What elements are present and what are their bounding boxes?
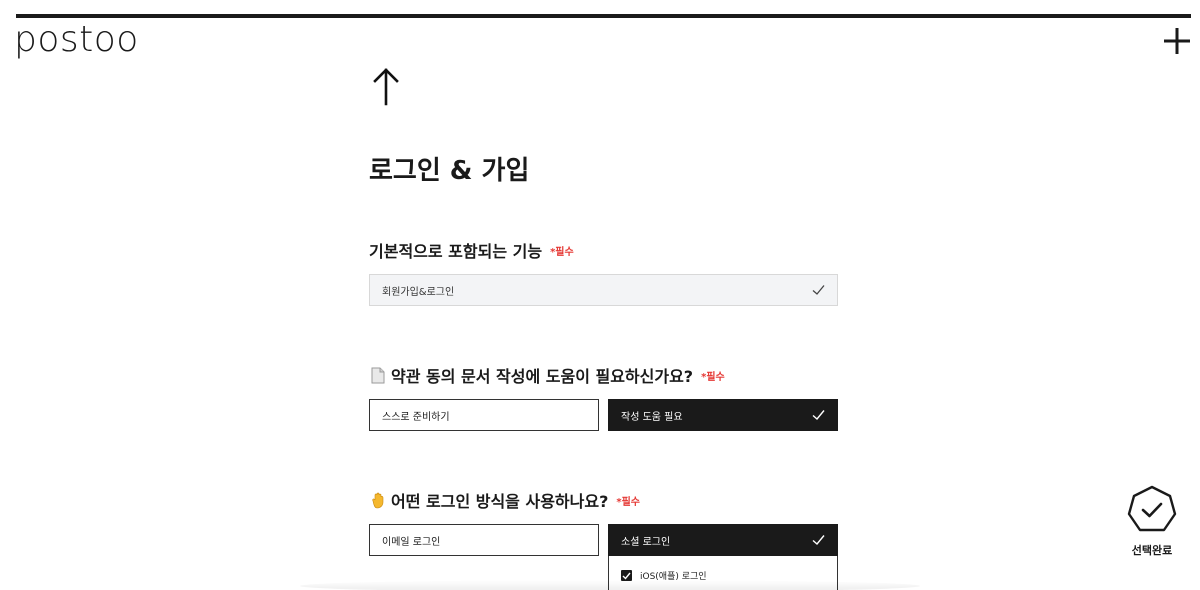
option-email-login[interactable]: 이메일 로그인 (369, 524, 599, 556)
basic-feature-field: 회원가입&로그인 (369, 274, 838, 306)
plus-icon[interactable] (1160, 24, 1194, 58)
logo[interactable]: postoo (14, 18, 139, 62)
check-icon (812, 284, 825, 299)
check-octagon-icon[interactable] (1126, 484, 1178, 536)
arrow-up-icon[interactable] (369, 66, 403, 106)
top-rule (16, 14, 1191, 18)
option-writing-help[interactable]: 작성 도움 필요 (608, 399, 838, 431)
complete-label[interactable]: 선택완료 (1118, 542, 1186, 558)
question-title: 어떤 로그인 방식을 사용하나요? (391, 492, 609, 511)
option-label: 소셜 로그인 (621, 536, 671, 548)
option-self-prepare[interactable]: 스스로 준비하기 (369, 399, 599, 431)
bottom-shadow (300, 580, 920, 590)
question-login-method: 어떤 로그인 방식을 사용하나요? *필수 (369, 488, 640, 512)
option-label: 작성 도움 필요 (621, 411, 683, 423)
page-title: 로그인 & 가입 (369, 156, 530, 186)
basic-feature-value: 회원가입&로그인 (382, 286, 455, 298)
document-icon (369, 366, 387, 384)
required-badge: *필수 (550, 246, 574, 258)
question-title: 기본적으로 포함되는 기능 (369, 242, 543, 261)
option-label: 이메일 로그인 (382, 536, 441, 548)
required-badge: *필수 (616, 496, 640, 508)
option-social-login[interactable]: 소셜 로그인 (608, 524, 838, 556)
question-basic-features: 기본적으로 포함되는 기능 *필수 (369, 238, 574, 262)
question-terms-document: 약관 동의 문서 작성에 도움이 필요하신가요? *필수 (369, 363, 725, 387)
waving-hand-icon (369, 491, 387, 509)
question-title: 약관 동의 문서 작성에 도움이 필요하신가요? (391, 367, 694, 386)
check-icon (812, 409, 825, 424)
required-badge: *필수 (701, 371, 725, 383)
option-label: 스스로 준비하기 (382, 411, 450, 423)
check-icon (812, 534, 825, 549)
